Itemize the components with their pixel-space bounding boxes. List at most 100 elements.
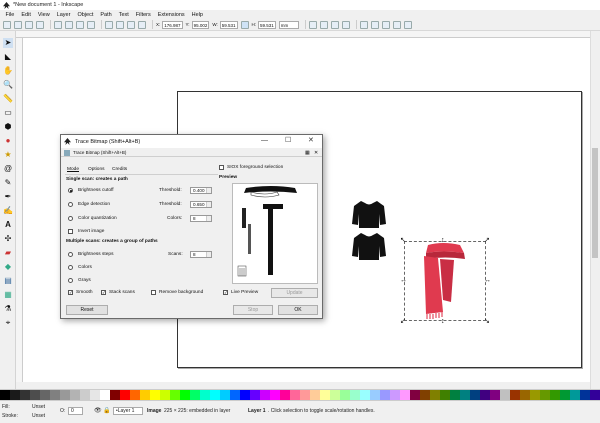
rectangle-tool-icon[interactable]: ▭ — [3, 108, 13, 118]
scale-corners-button[interactable] — [319, 20, 328, 29]
ok-button[interactable]: OK — [278, 305, 318, 315]
zoom-tool-icon[interactable]: 🔍 — [3, 80, 13, 90]
palette-swatch[interactable] — [90, 390, 100, 400]
palette-swatch[interactable] — [480, 390, 490, 400]
live-preview-checkbox[interactable]: ✓ — [223, 290, 228, 295]
open-button[interactable] — [14, 20, 22, 29]
palette-swatch[interactable] — [360, 390, 370, 400]
palette-swatch[interactable] — [20, 390, 30, 400]
flip-vertical-button[interactable] — [87, 20, 95, 29]
palette-swatch[interactable] — [490, 390, 500, 400]
palette-swatch[interactable] — [410, 390, 420, 400]
palette-swatch[interactable] — [450, 390, 460, 400]
lock-layer-icon[interactable]: 🔒 — [103, 407, 110, 414]
palette-swatch[interactable] — [150, 390, 160, 400]
menu-file[interactable]: File — [6, 12, 15, 18]
move-gradients-button[interactable] — [330, 20, 339, 29]
scale-handle-s[interactable]: ↕ — [441, 318, 445, 325]
rotate-cw-button[interactable] — [65, 20, 73, 29]
palette-swatch[interactable] — [320, 390, 330, 400]
scarf-image[interactable] — [410, 242, 476, 320]
palette-swatch[interactable] — [370, 390, 380, 400]
eraser-tool-icon[interactable]: ▰ — [3, 248, 13, 258]
palette-swatch[interactable] — [430, 390, 440, 400]
new-document-button[interactable] — [3, 20, 11, 29]
move-patterns-button[interactable] — [341, 20, 350, 29]
palette-swatch[interactable] — [300, 390, 310, 400]
palette-swatch[interactable] — [540, 390, 550, 400]
palette-swatch[interactable] — [330, 390, 340, 400]
palette-swatch[interactable] — [250, 390, 260, 400]
raise-button[interactable] — [116, 20, 124, 29]
selector-arrow-icon[interactable]: ➤ — [3, 38, 13, 48]
menu-help[interactable]: Help — [192, 12, 203, 18]
dropper-tool-icon[interactable]: ⚗ — [3, 304, 13, 314]
edge-detection-radio[interactable] — [68, 202, 73, 207]
w-input[interactable]: 59.531 — [219, 20, 238, 29]
eye-icon[interactable]: 👁 — [94, 407, 102, 414]
threshold-input-2[interactable]: 0.650 — [190, 201, 212, 208]
palette-swatch[interactable] — [470, 390, 480, 400]
unit-select[interactable]: mm — [278, 20, 299, 29]
tab-credits[interactable]: Credits — [112, 167, 127, 172]
colors-radio[interactable] — [68, 265, 73, 270]
menu-view[interactable]: View — [38, 12, 50, 18]
color-palette[interactable] — [0, 389, 600, 400]
pen-tool-icon[interactable]: ✒ — [3, 192, 13, 202]
sweater-image-1[interactable] — [351, 199, 387, 261]
tab-options[interactable]: Options — [88, 167, 105, 172]
3d-box-tool-icon[interactable]: ⬢ — [3, 122, 13, 132]
raise-top-button[interactable] — [105, 20, 113, 29]
snap-nodes-button[interactable] — [381, 20, 390, 29]
palette-swatch[interactable] — [350, 390, 360, 400]
h-input[interactable]: 59.531 — [258, 20, 276, 29]
palette-swatch[interactable] — [510, 390, 520, 400]
siox-checkbox[interactable] — [219, 165, 224, 170]
palette-swatch[interactable] — [160, 390, 170, 400]
palette-swatch[interactable] — [420, 390, 430, 400]
palette-swatch[interactable] — [120, 390, 130, 400]
palette-swatch[interactable] — [500, 390, 510, 400]
palette-swatch[interactable] — [380, 390, 390, 400]
palette-swatch[interactable] — [290, 390, 300, 400]
remove-background-checkbox[interactable] — [151, 290, 156, 295]
snap-guide-button[interactable] — [403, 20, 412, 29]
stop-button[interactable]: Stop — [233, 305, 273, 315]
scale-handle-se[interactable]: ↘ — [484, 318, 490, 325]
scans-input[interactable]: 8 — [190, 251, 212, 258]
brightness-steps-radio[interactable] — [68, 252, 73, 257]
horizontal-scrollbar[interactable] — [16, 382, 590, 389]
palette-swatch[interactable] — [100, 390, 110, 400]
snap-toggle-button[interactable] — [359, 20, 368, 29]
close-icon[interactable]: ✕ — [308, 137, 314, 145]
palette-swatch[interactable] — [210, 390, 220, 400]
node-tool-icon[interactable]: ◣ — [3, 52, 13, 62]
minimize-icon[interactable]: — — [261, 137, 268, 145]
palette-swatch[interactable] — [10, 390, 20, 400]
palette-swatch[interactable] — [0, 390, 10, 400]
smooth-checkbox[interactable]: ✓ — [68, 290, 73, 295]
scale-handle-ne[interactable]: ↗ — [484, 237, 490, 244]
flip-horizontal-button[interactable] — [76, 20, 84, 29]
tab-mode[interactable]: Mode — [67, 167, 79, 172]
lower-button[interactable] — [127, 20, 135, 29]
scale-handle-w[interactable]: ↔ — [400, 277, 407, 284]
palette-swatch[interactable] — [60, 390, 70, 400]
palette-swatch[interactable] — [280, 390, 290, 400]
palette-swatch[interactable] — [340, 390, 350, 400]
palette-swatch[interactable] — [530, 390, 540, 400]
menu-extensions[interactable]: Extensions — [158, 12, 185, 18]
palette-swatch[interactable] — [570, 390, 580, 400]
palette-swatch[interactable] — [230, 390, 240, 400]
snap-bbox-button[interactable] — [370, 20, 379, 29]
print-button[interactable] — [25, 20, 33, 29]
palette-swatch[interactable] — [130, 390, 140, 400]
scale-handle-n[interactable]: ↕ — [441, 237, 445, 244]
menu-edit[interactable]: Edit — [21, 12, 30, 18]
palette-swatch[interactable] — [190, 390, 200, 400]
snap-grid-button[interactable] — [392, 20, 401, 29]
palette-swatch[interactable] — [390, 390, 400, 400]
reset-button[interactable]: Reset — [66, 305, 108, 315]
calligraphy-tool-icon[interactable]: ✍ — [3, 206, 13, 216]
palette-swatch[interactable] — [220, 390, 230, 400]
